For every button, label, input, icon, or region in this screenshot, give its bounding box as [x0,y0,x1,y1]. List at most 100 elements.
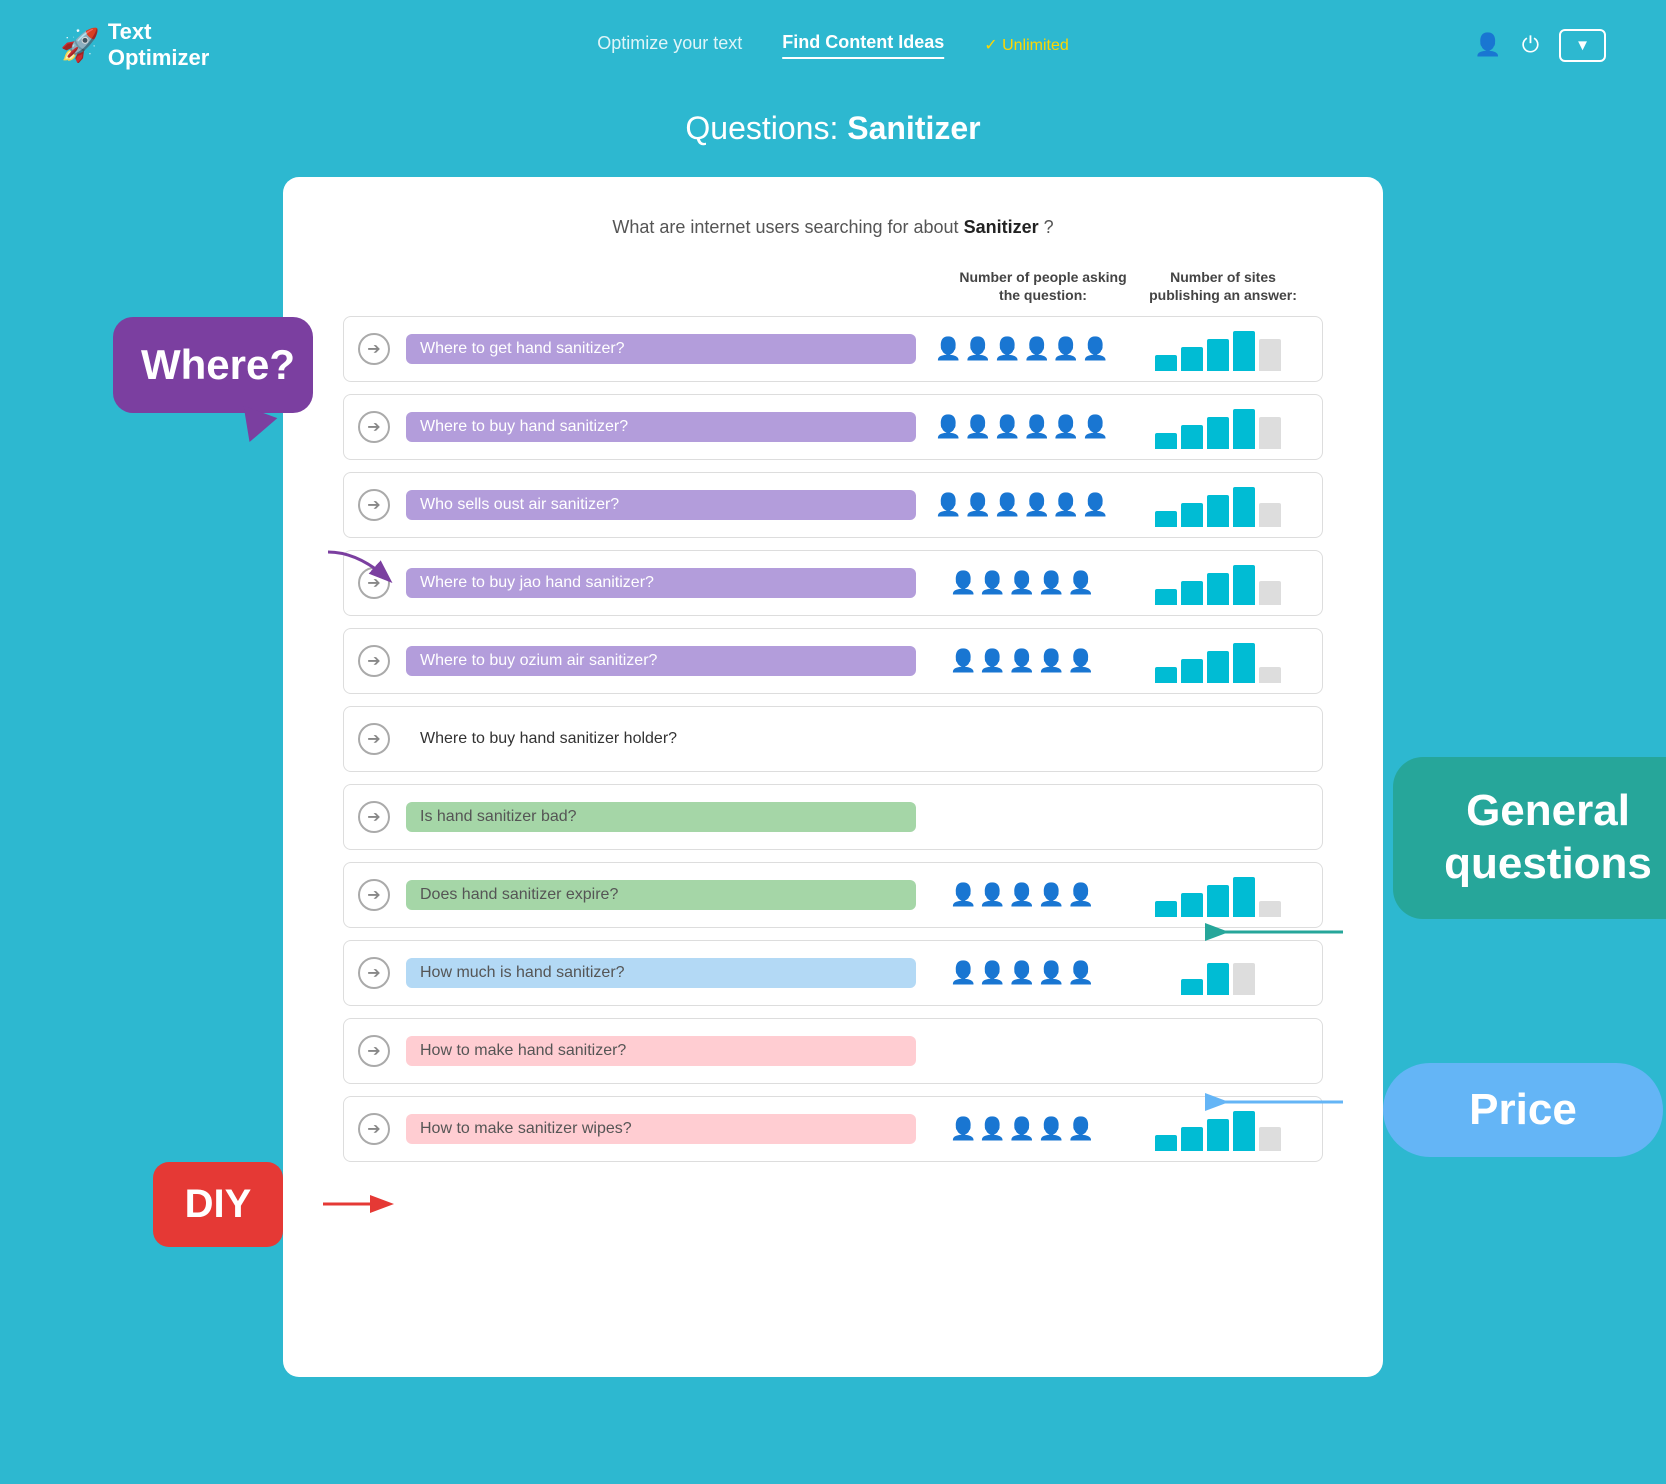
question-row[interactable]: ➔Who sells oust air sanitizer?👤👤👤👤👤👤 [343,472,1323,538]
page-title-area: Questions: Sanitizer [0,90,1666,147]
bar-segment [1233,565,1255,605]
question-row[interactable]: ➔ Is hand sanitizer bad? [343,784,1323,850]
people-icons: 👤👤👤👤👤 [932,570,1112,596]
person-orange-icon: 👤 [994,414,1021,440]
person-gray-icon: 👤 [1008,960,1035,986]
arrow-general [1213,917,1353,947]
bar-segment [1155,1135,1177,1151]
bar-segment [1155,901,1177,917]
person-orange-icon: 👤 [1038,882,1065,908]
person-gray-icon: 👤 [1067,570,1094,596]
bar-segment [1259,901,1281,917]
people-icons: 👤👤👤👤👤👤 [932,336,1112,362]
row-expand-button[interactable]: ➔ [358,489,390,521]
arrow-price [1213,1087,1353,1117]
bar-segment [1207,963,1229,995]
person-orange-icon: 👤 [949,960,976,986]
bar-segment [1259,1127,1281,1151]
person-gray-icon: 👤 [1052,492,1079,518]
user-icon[interactable]: 👤 [1474,32,1501,58]
bar-segment [1207,417,1229,449]
question-row[interactable]: ➔Where to buy hand sanitizer holder? [343,706,1323,772]
main-card: Where? What are internet users searching… [283,177,1383,1377]
nav-find-content[interactable]: Find Content Ideas [782,32,944,59]
question-label: Where to buy jao hand sanitizer? [406,568,916,598]
person-orange-icon: 👤 [1008,648,1035,674]
question-row[interactable]: ➔Where to buy jao hand sanitizer?👤👤👤👤👤 [343,550,1323,616]
person-orange-icon: 👤 [949,570,976,596]
bar-segment [1181,425,1203,449]
question-label: Where to get hand sanitizer? [406,334,916,364]
bar-segment [1155,589,1177,605]
person-orange-icon: 👤 [964,414,991,440]
question-row[interactable]: ➔Where to buy hand sanitizer?👤👤👤👤👤👤 [343,394,1323,460]
people-icons: 👤👤👤👤👤👤 [932,414,1112,440]
bar-segment [1181,1127,1203,1151]
row-expand-button[interactable]: ➔ [358,645,390,677]
power-icon[interactable]: ⏻ [1522,32,1539,58]
person-orange-icon: 👤 [979,570,1006,596]
question-row[interactable]: ➔ How to make hand sanitizer? [343,1018,1323,1084]
bar-segment [1233,963,1255,995]
person-orange-icon: 👤 [1023,336,1050,362]
question-label: How much is hand sanitizer? [406,958,916,988]
person-gray-icon: 👤 [1038,570,1065,596]
logo-text: Text Optimizer [108,19,209,72]
bar-segment [1233,331,1255,371]
row-expand-button[interactable]: ➔ [358,1035,390,1067]
bar-segment [1181,979,1203,995]
person-orange-icon: 👤 [964,336,991,362]
bar-chart [1128,717,1308,761]
bar-segment [1181,893,1203,917]
question-label: How to make hand sanitizer? [406,1036,916,1066]
person-gray-icon: 👤 [1067,882,1094,908]
person-gray-icon: 👤 [1082,492,1109,518]
people-icons: 👤👤👤👤👤 [932,960,1112,986]
question-row[interactable]: ➔ Where to get hand sanitizer? 👤👤👤👤👤👤 [343,316,1323,382]
bar-segment [1233,487,1255,527]
person-orange-icon: 👤 [935,492,962,518]
question-row[interactable]: ➔Where to buy ozium air sanitizer?👤👤👤👤👤 [343,628,1323,694]
person-gray-icon: 👤 [1067,648,1094,674]
bar-segment [1181,347,1203,371]
person-orange-icon: 👤 [979,960,1006,986]
bar-chart [1128,483,1308,527]
person-gray-icon: 👤 [1082,336,1109,362]
people-icons: 👤👤👤👤👤 [932,882,1112,908]
callout-diy: DIY [153,1162,283,1247]
bar-segment [1155,433,1177,449]
row-expand-button[interactable]: ➔ [358,801,390,833]
row-expand-button[interactable]: ➔ [358,1113,390,1145]
row-expand-button[interactable]: ➔ [358,879,390,911]
question-row[interactable]: ➔ How much is hand sanitizer? 👤👤👤👤👤 [343,940,1323,1006]
person-orange-icon: 👤 [979,1116,1006,1142]
page-title-prefix: Questions: [685,110,847,146]
people-icons: 👤👤👤👤👤 [932,648,1112,674]
lang-chevron-icon: ▼ [1575,37,1590,54]
question-row[interactable]: ➔ Does hand sanitizer expire? 👤👤👤👤👤 [343,862,1323,928]
row-expand-button[interactable]: ➔ [358,411,390,443]
bar-segment [1259,667,1281,683]
question-label: Is hand sanitizer bad? [406,802,916,832]
main-nav: Optimize your text Find Content Ideas ✓ … [597,32,1069,59]
bar-chart [1128,1029,1308,1073]
logo-icon: 🚀 [60,26,100,64]
person-orange-icon: 👤 [1023,492,1050,518]
bar-segment [1181,503,1203,527]
row-expand-button[interactable]: ➔ [358,957,390,989]
callout-price: Price [1383,1063,1663,1157]
question-label: Does hand sanitizer expire? [406,880,916,910]
bar-segment [1207,339,1229,371]
person-gray-icon: 👤 [1052,336,1079,362]
row-expand-button[interactable]: ➔ [358,333,390,365]
language-button[interactable]: ▼ [1559,29,1606,62]
col-header-sites: Number of sites publishing an answer: [1133,268,1313,304]
bar-chart [1128,561,1308,605]
nav-optimize[interactable]: Optimize your text [597,33,742,58]
bar-chart [1128,327,1308,371]
person-orange-icon: 👤 [935,414,962,440]
row-expand-button[interactable]: ➔ [358,723,390,755]
bar-segment [1207,651,1229,683]
question-row[interactable]: ➔How to make sanitizer wipes?👤👤👤👤👤 [343,1096,1323,1162]
person-orange-icon: 👤 [979,882,1006,908]
